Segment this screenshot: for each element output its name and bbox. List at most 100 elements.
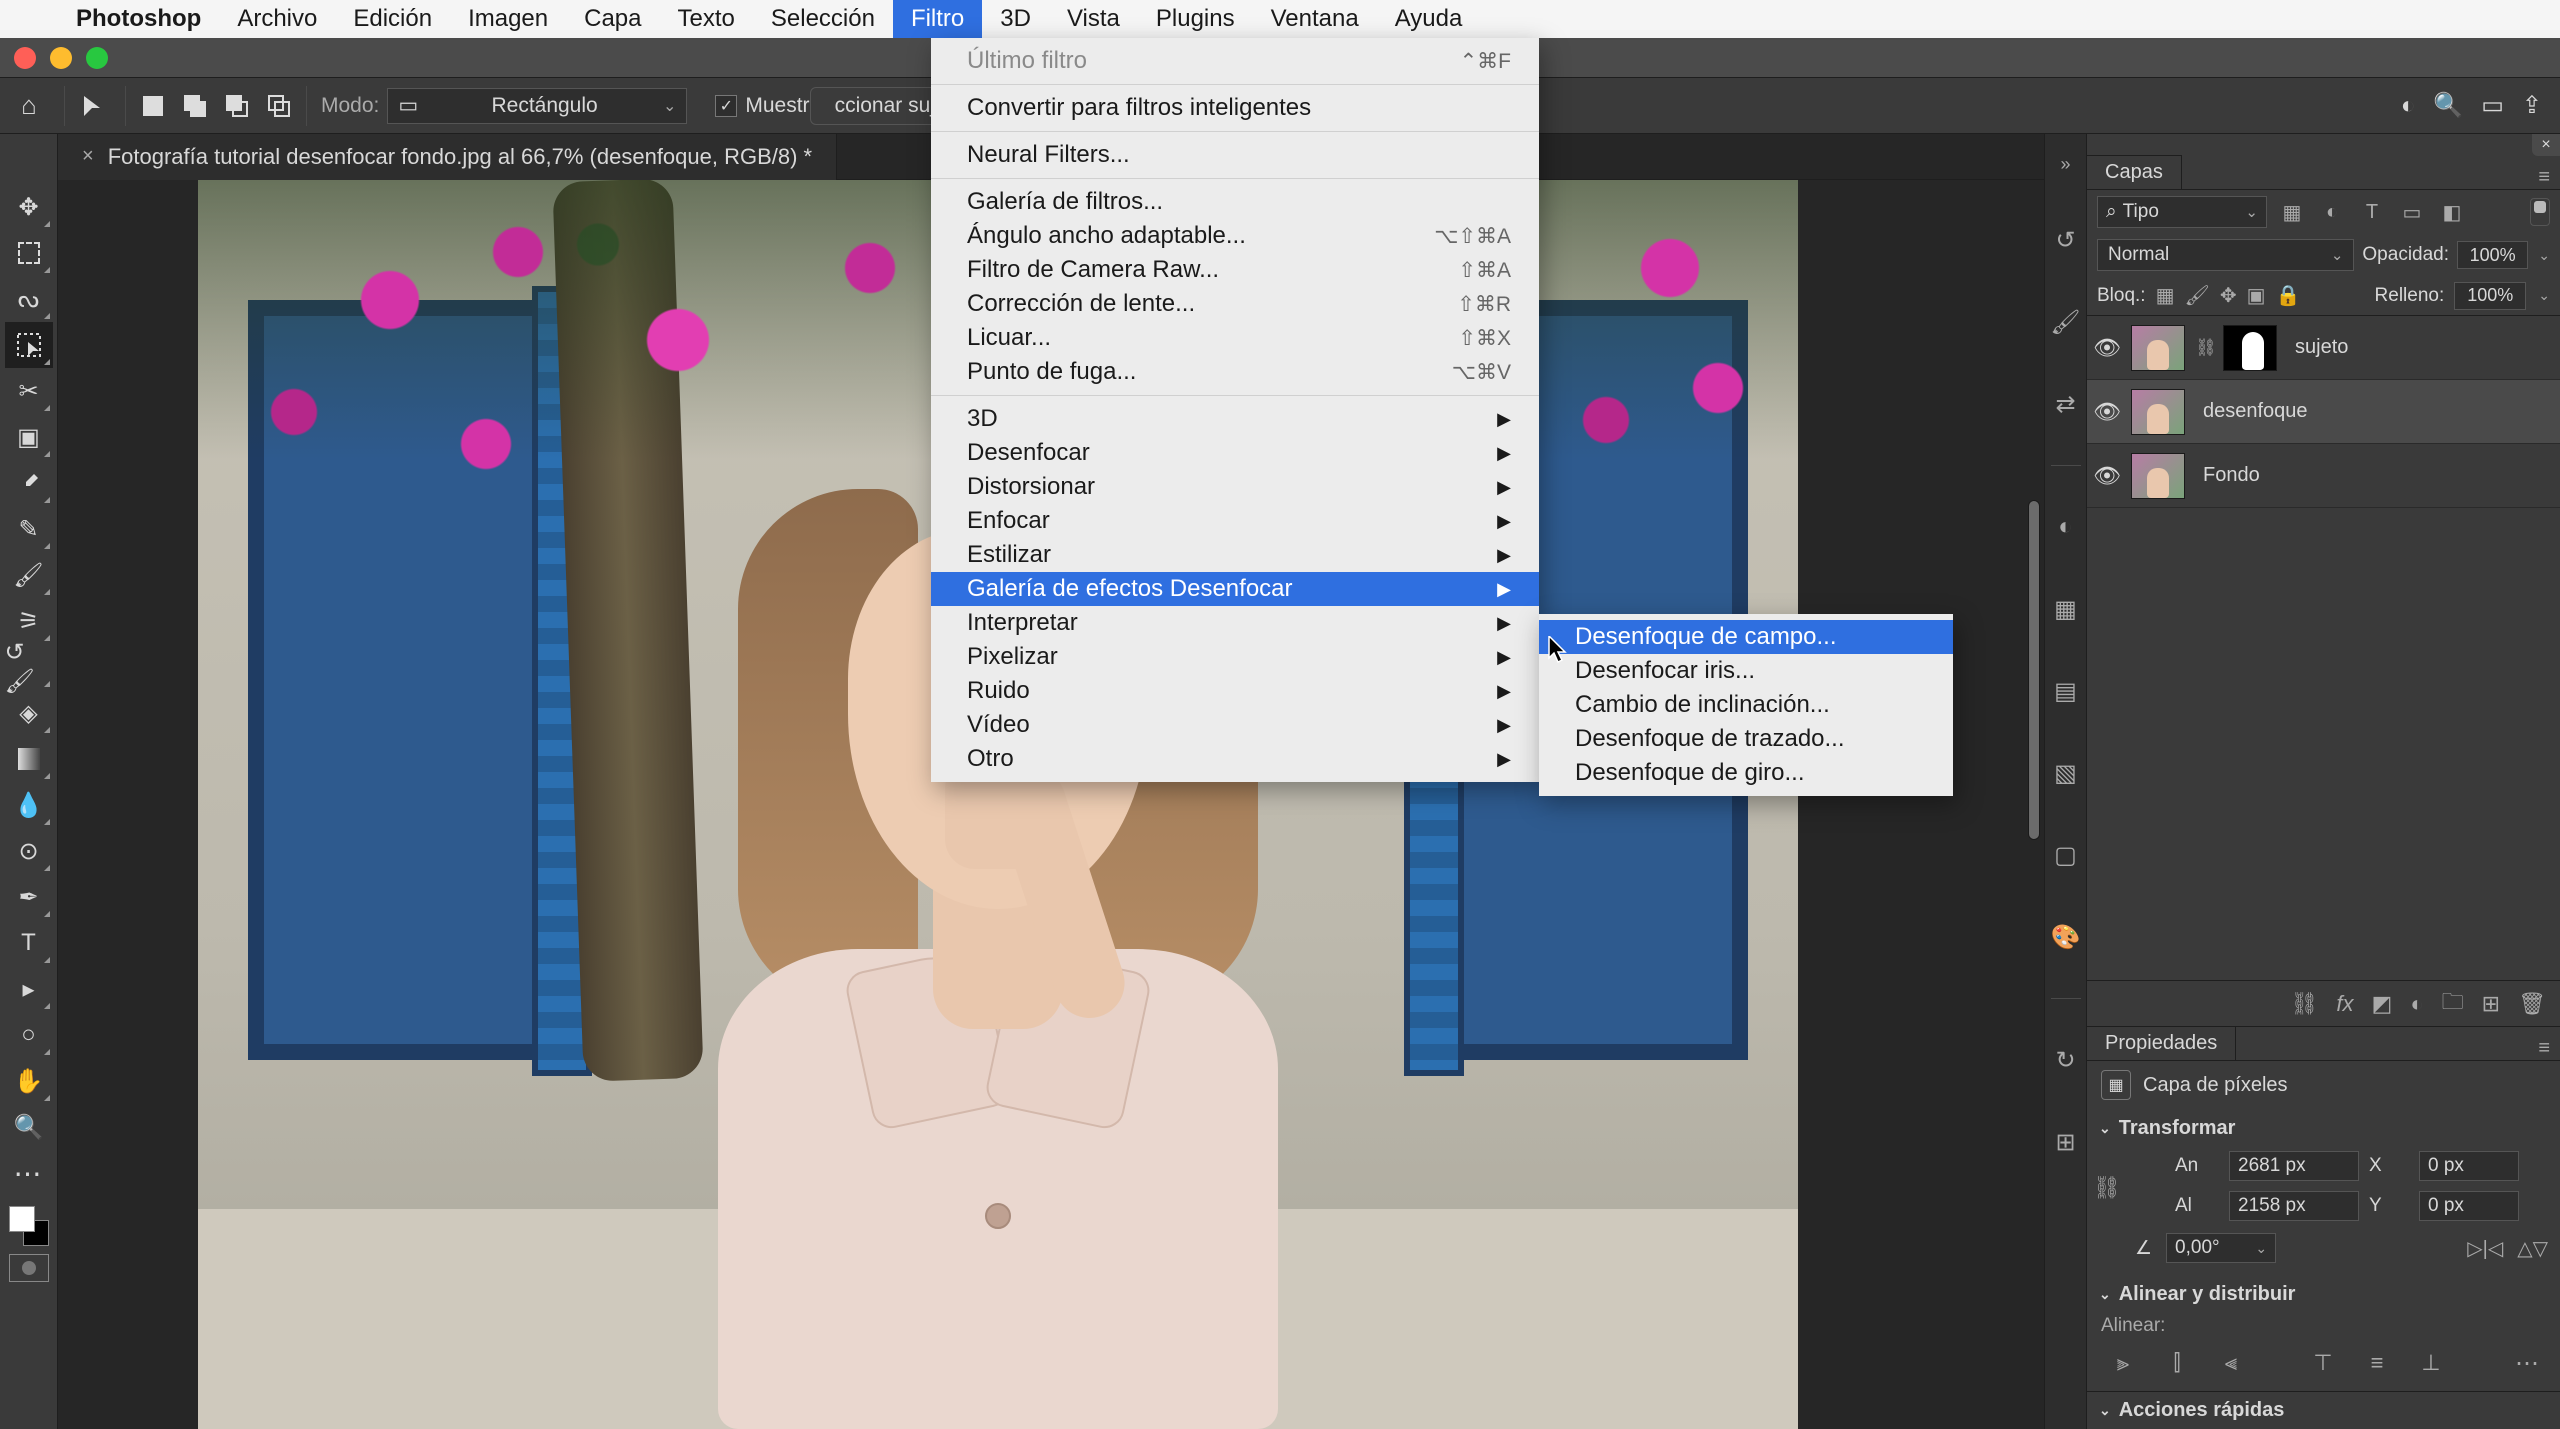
- menu-item-blur[interactable]: Desenfocar ▶: [931, 436, 1539, 470]
- layers-tab[interactable]: Capas: [2087, 155, 2182, 189]
- shape-tool-icon[interactable]: ○: [5, 1012, 53, 1058]
- close-panel-group-icon[interactable]: ×: [2532, 134, 2560, 156]
- hand-tool-icon[interactable]: ✋: [5, 1058, 53, 1104]
- layer-name[interactable]: Fondo: [2203, 464, 2260, 487]
- healing-brush-tool-icon[interactable]: ✎: [5, 506, 53, 552]
- delete-layer-icon[interactable]: 🗑: [2518, 991, 2546, 1017]
- menu-item-noise[interactable]: Ruido ▶: [931, 674, 1539, 708]
- layer-thumbnail[interactable]: [2131, 325, 2185, 371]
- align-top-icon[interactable]: ⊤: [2305, 1345, 2341, 1381]
- layer-kind-dropdown[interactable]: ⌕ Tipo ⌄: [2097, 196, 2267, 228]
- layer-effects-icon[interactable]: fx: [2336, 991, 2353, 1017]
- history-panel-icon[interactable]: ↺: [2045, 219, 2087, 261]
- menu-item-stylize[interactable]: Estilizar ▶: [931, 538, 1539, 572]
- add-selection-icon[interactable]: [178, 89, 212, 123]
- foreground-color-swatch[interactable]: [9, 1206, 35, 1232]
- chevron-down-icon[interactable]: ⌄: [2538, 287, 2550, 304]
- new-layer-icon[interactable]: ⊞: [2482, 991, 2500, 1017]
- menu-3d[interactable]: 3D: [982, 0, 1049, 38]
- app-name[interactable]: Photoshop: [58, 5, 219, 33]
- workspace-icon[interactable]: ▭: [2481, 91, 2504, 120]
- intersect-selection-icon[interactable]: [262, 89, 296, 123]
- marquee-tool-icon[interactable]: [5, 230, 53, 276]
- group-layers-icon[interactable]: 🗀: [2442, 985, 2464, 1023]
- menu-item-liquify[interactable]: Licuar... ⇧⌘X: [931, 321, 1539, 355]
- adjustment-layer-icon[interactable]: ◐: [2410, 991, 2423, 1017]
- libraries-panel-icon[interactable]: ↻: [2045, 1039, 2087, 1081]
- layer-name[interactable]: desenfoque: [2203, 400, 2308, 423]
- menu-item-wide-angle[interactable]: Ángulo ancho adaptable... ⌥⇧⌘A: [931, 219, 1539, 253]
- visibility-toggle-icon[interactable]: 👁: [2093, 463, 2121, 489]
- menu-item-blur-gallery[interactable]: Galería de efectos Desenfocar ▶: [931, 572, 1539, 606]
- menu-item-path-blur[interactable]: Desenfoque de trazado...: [1539, 722, 1953, 756]
- transform-section-header[interactable]: ⌄ Transformar: [2087, 1109, 2560, 1147]
- zoom-tool-icon[interactable]: 🔍: [5, 1104, 53, 1150]
- brushes-panel-icon[interactable]: 🖌: [2045, 301, 2087, 343]
- object-selection-tool-icon[interactable]: [5, 322, 53, 368]
- menu-item-last-filter[interactable]: Último filtro ⌃⌘F: [931, 44, 1539, 78]
- eraser-tool-icon[interactable]: ◈: [5, 690, 53, 736]
- document-tab[interactable]: × Fotografía tutorial desenfocar fondo.j…: [58, 134, 837, 180]
- traffic-light-minimize[interactable]: [50, 47, 72, 69]
- expand-panels-chevron-icon[interactable]: »: [2060, 154, 2070, 175]
- menu-item-spin-blur[interactable]: Desenfoque de giro...: [1539, 756, 1953, 790]
- adjustments-panel-icon[interactable]: ⇄: [2045, 383, 2087, 425]
- layer-row[interactable]: 👁 Fondo: [2087, 444, 2560, 508]
- align-bottom-icon[interactable]: ⊥: [2413, 1345, 2449, 1381]
- menu-texto[interactable]: Texto: [660, 0, 753, 38]
- chevron-down-icon[interactable]: ⌄: [2538, 247, 2550, 264]
- layer-thumbnail[interactable]: [2131, 453, 2185, 499]
- menu-item-field-blur[interactable]: Desenfoque de campo...: [1539, 620, 1953, 654]
- y-field[interactable]: 0 px: [2419, 1191, 2519, 1221]
- visibility-toggle-icon[interactable]: 👁: [2093, 399, 2121, 425]
- panel-menu-icon[interactable]: ≡: [2528, 1037, 2560, 1060]
- lock-transparency-icon[interactable]: ▦: [2156, 283, 2175, 308]
- traffic-light-zoom[interactable]: [86, 47, 108, 69]
- align-right-icon[interactable]: ⫷: [2213, 1345, 2249, 1381]
- x-field[interactable]: 0 px: [2419, 1151, 2519, 1181]
- search-icon[interactable]: 🔍: [2433, 91, 2463, 120]
- flip-horizontal-icon[interactable]: ▷|◁: [2467, 1236, 2503, 1261]
- shapes-panel-icon[interactable]: ▢: [2045, 834, 2087, 876]
- menu-item-sharpen[interactable]: Enfocar ▶: [931, 504, 1539, 538]
- link-layers-icon[interactable]: ⛓: [2290, 991, 2318, 1017]
- layer-name[interactable]: sujeto: [2295, 336, 2348, 359]
- lock-position-icon[interactable]: ✥: [2220, 283, 2237, 308]
- new-selection-icon[interactable]: [136, 89, 170, 123]
- menu-item-pixelate[interactable]: Pixelizar ▶: [931, 640, 1539, 674]
- layer-mask-thumbnail[interactable]: [2223, 325, 2277, 371]
- menu-archivo[interactable]: Archivo: [219, 0, 335, 38]
- move-tool-icon[interactable]: ✥: [5, 184, 53, 230]
- menu-item-render[interactable]: Interpretar ▶: [931, 606, 1539, 640]
- gradients-panel-icon[interactable]: ▧: [2045, 752, 2087, 794]
- visibility-toggle-icon[interactable]: 👁: [2093, 335, 2121, 361]
- menu-item-filter-gallery[interactable]: Galería de filtros...: [931, 185, 1539, 219]
- width-field[interactable]: 2681 px: [2229, 1151, 2359, 1181]
- menu-seleccion[interactable]: Selección: [753, 0, 893, 38]
- lock-pixels-icon[interactable]: 🖌: [2185, 283, 2210, 308]
- menu-item-tilt-shift[interactable]: Cambio de inclinación...: [1539, 688, 1953, 722]
- align-left-icon[interactable]: ⫸: [2105, 1345, 2141, 1381]
- flip-vertical-icon[interactable]: △▽: [2517, 1236, 2548, 1261]
- sample-all-checkbox[interactable]: ✓: [715, 95, 737, 117]
- fill-field[interactable]: 100%: [2454, 282, 2526, 310]
- blur-tool-icon[interactable]: 💧: [5, 782, 53, 828]
- layer-row[interactable]: 👁 desenfoque: [2087, 380, 2560, 444]
- opacity-field[interactable]: 100%: [2457, 241, 2528, 269]
- rotation-field[interactable]: 0,00° ⌄: [2166, 1233, 2276, 1263]
- home-icon[interactable]: ⌂: [0, 90, 58, 121]
- shape-mode-dropdown[interactable]: ▭ Rectángulo ⌄: [387, 88, 687, 124]
- path-selection-tool-icon[interactable]: ▸: [5, 966, 53, 1012]
- color-swatches[interactable]: [9, 1206, 49, 1246]
- lock-artboard-icon[interactable]: ▣: [2247, 283, 2266, 308]
- pen-tool-icon[interactable]: ✒: [5, 874, 53, 920]
- filter-toggle-switch[interactable]: [2530, 198, 2550, 226]
- blend-mode-dropdown[interactable]: Normal ⌄: [2097, 239, 2354, 271]
- align-section-header[interactable]: ⌄ Alinear y distribuir: [2087, 1275, 2560, 1313]
- filter-adjust-icon[interactable]: ◐: [2317, 197, 2347, 227]
- lasso-tool-icon[interactable]: ᔓ: [5, 276, 53, 322]
- menu-item-video[interactable]: Vídeo ▶: [931, 708, 1539, 742]
- styles-panel-icon[interactable]: ▦: [2045, 588, 2087, 630]
- filter-pixel-icon[interactable]: ▦: [2277, 197, 2307, 227]
- gradient-tool-icon[interactable]: [5, 736, 53, 782]
